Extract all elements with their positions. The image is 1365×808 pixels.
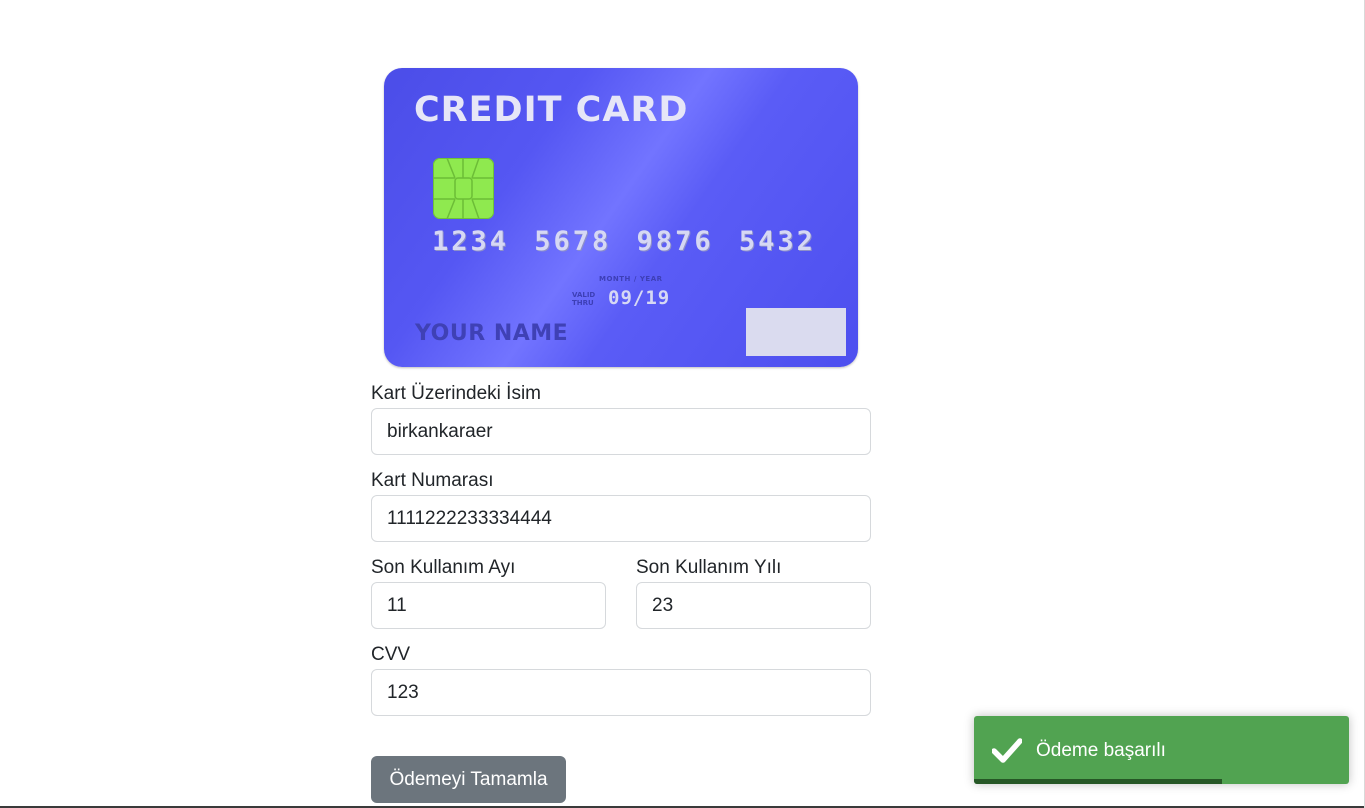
credit-card-image: CREDIT CARD 1234 5678 9876 5432 MONTH / … xyxy=(384,68,858,367)
toast-progress-bar xyxy=(974,779,1222,784)
toast-message: Ödeme başarılı xyxy=(1036,740,1166,761)
cvv-input[interactable] xyxy=(371,669,871,716)
card-name-label: Kart Üzerindeki İsim xyxy=(371,383,541,404)
expiry-month-label: Son Kullanım Ayı xyxy=(371,557,516,578)
success-toast[interactable]: Ödeme başarılı xyxy=(974,716,1349,784)
card-name-input[interactable] xyxy=(371,408,871,455)
chip-icon xyxy=(433,158,494,219)
card-number-input[interactable] xyxy=(371,495,871,542)
expiry-month-input[interactable] xyxy=(371,582,606,629)
cvv-label: CVV xyxy=(371,644,411,665)
card-expiry-display: 09/19 xyxy=(608,287,671,309)
expiry-year-label: Son Kullanım Yılı xyxy=(636,557,782,578)
valid-thru-line1: VALID xyxy=(572,291,596,299)
expiry-year-input[interactable] xyxy=(636,582,871,629)
card-number-display: 1234 5678 9876 5432 xyxy=(432,226,816,257)
card-signature-panel xyxy=(746,308,846,356)
card-number-label: Kart Numarası xyxy=(371,470,494,491)
card-title: CREDIT CARD xyxy=(414,90,689,130)
valid-thru-line2: THRU xyxy=(572,299,594,307)
valid-thru-caption: VALID THRU xyxy=(572,291,595,307)
card-holder-display: YOUR NAME xyxy=(415,321,569,346)
month-year-caption: MONTH / YEAR xyxy=(599,275,663,283)
complete-payment-button[interactable]: Ödemeyi Tamamla xyxy=(371,756,566,803)
check-icon xyxy=(991,737,1023,768)
